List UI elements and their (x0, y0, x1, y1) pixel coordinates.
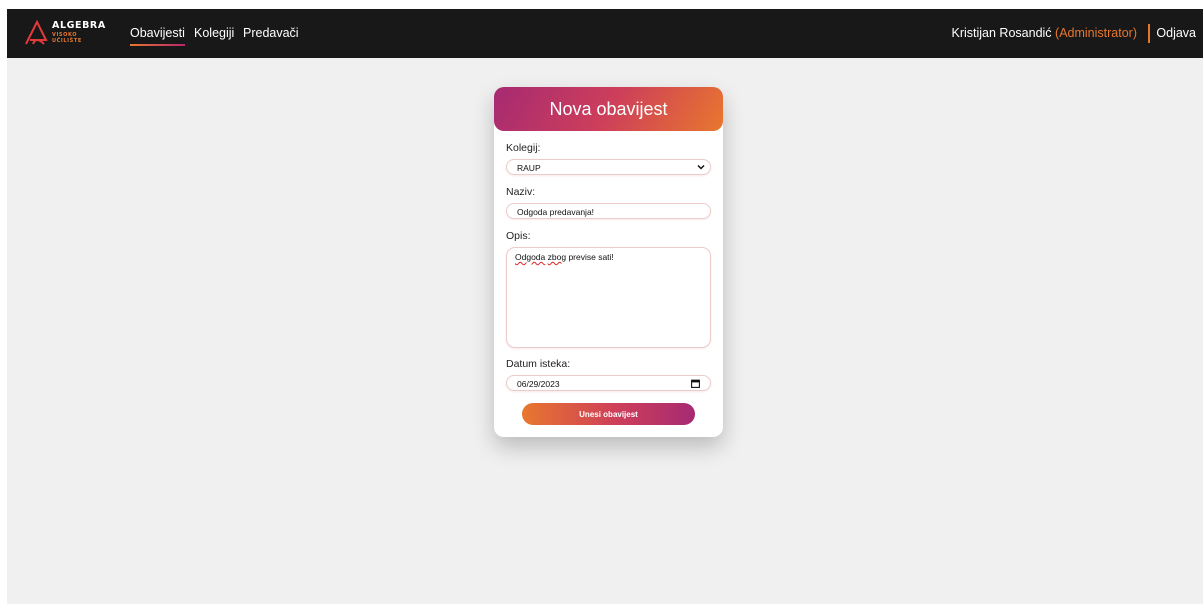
kolegij-label: Kolegij: (506, 142, 541, 154)
user-name: Kristijan Rosandić (951, 26, 1052, 40)
logout-link[interactable]: Odjava (1156, 26, 1196, 40)
chevron-down-icon (697, 164, 705, 170)
algebra-logo[interactable]: ALGEBRA VISOKO UČILIŠTE (24, 20, 106, 48)
kolegij-select[interactable]: RAUP (506, 159, 711, 175)
logo-title: ALGEBRA (52, 20, 106, 31)
browser-viewport: ALGEBRA VISOKO UČILIŠTE Obavijesti Koleg… (7, 9, 1203, 604)
algebra-logo-icon (25, 20, 48, 45)
naziv-label: Naziv: (506, 186, 536, 198)
nav-item-obavijesti[interactable]: Obavijesti (130, 26, 185, 46)
opis-word-2: zbog (547, 252, 567, 262)
submit-button[interactable]: Unesi obavijest (522, 403, 695, 425)
opis-textarea[interactable]: Odgoda zbog previse sati! (506, 247, 711, 348)
datum-label: Datum isteka: (506, 358, 571, 370)
current-user: Kristijan Rosandić (Administrator) (952, 26, 1138, 40)
naziv-input[interactable]: Odgoda predavanja! (506, 203, 711, 219)
datum-value: 06/29/2023 (517, 379, 560, 389)
nav-item-kolegiji[interactable]: Kolegiji (194, 26, 234, 40)
datum-isteka-input[interactable]: 06/29/2023 (506, 375, 711, 391)
nav-divider (1148, 24, 1150, 43)
kolegij-selected-value: RAUP (517, 163, 541, 173)
opis-label: Opis: (506, 230, 531, 242)
top-navbar: ALGEBRA VISOKO UČILIŠTE Obavijesti Koleg… (7, 9, 1203, 58)
calendar-icon[interactable] (691, 379, 700, 388)
opis-word-rest: previse sati! (568, 252, 614, 262)
new-notice-form-card: Nova obavijest Kolegij: RAUP Naziv: Odgo… (494, 87, 723, 437)
nav-item-predavaci[interactable]: Predavači (243, 26, 299, 40)
form-title: Nova obavijest (494, 87, 723, 131)
logo-subtitle-line-2: UČILIŠTE (52, 38, 82, 44)
opis-value: Odgoda zbog previse sati! (515, 252, 614, 262)
naziv-value: Odgoda predavanja! (517, 207, 595, 217)
opis-word-1: Odgoda (515, 252, 546, 262)
user-role: (Administrator) (1055, 26, 1137, 40)
